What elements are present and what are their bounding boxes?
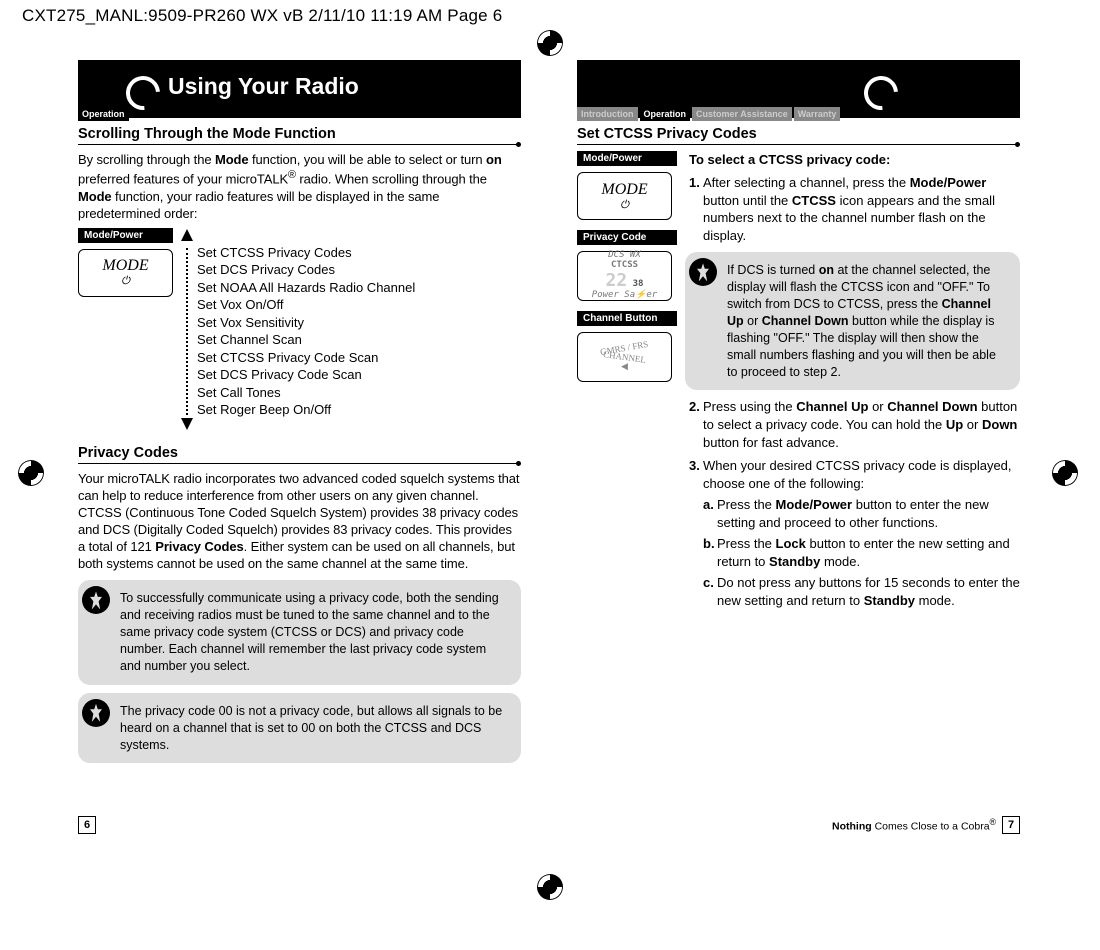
illo-label-modepower: Mode/Power <box>78 228 173 243</box>
left-header: Using Your Radio Operation <box>78 60 521 120</box>
mode-intro-paragraph: By scrolling through the Mode function, … <box>78 151 521 222</box>
footer-tagline: Nothing Comes Close to a Cobra® <box>832 817 996 833</box>
privacy-paragraph: Your microTALK radio incorporates two ad… <box>78 470 521 573</box>
step-1: 1. After selecting a channel, press the … <box>689 174 1020 244</box>
tab-operation: Operation <box>78 107 129 121</box>
note-box-1: To successfully communicate using a priv… <box>78 580 521 684</box>
tab-operation: Operation <box>640 107 691 121</box>
section-heading-privacy: Privacy Codes <box>78 445 521 464</box>
tab-introduction: Introduction <box>577 107 638 121</box>
note-box-2: The privacy code 00 is not a privacy cod… <box>78 693 521 764</box>
arrow-up-icon <box>181 229 193 241</box>
illo-mode-button: MODE ⏻ <box>78 249 173 297</box>
illo-label-modepower: Mode/Power <box>577 151 677 166</box>
illo-label-channel-button: Channel Button <box>577 311 677 326</box>
registration-mark-right <box>1052 460 1082 490</box>
note-icon <box>689 258 717 286</box>
registration-mark-left <box>18 460 48 490</box>
step-2: 2. Press using the Channel Up or Channel… <box>689 398 1020 451</box>
registration-mark-bottom <box>535 872 565 902</box>
logo-swirl-icon <box>116 66 162 112</box>
logo-swirl-icon <box>854 66 900 112</box>
step-3c: c.Do not press any buttons for 15 second… <box>703 574 1020 609</box>
mode-illustration-row: Mode/Power MODE ⏻ Set CTCSS Privacy Code… <box>78 228 521 435</box>
note-box-dcs: If DCS is turned on at the channel selec… <box>685 252 1020 390</box>
proof-slug: CXT275_MANL:9509-PR260 WX vB 2/11/10 11:… <box>22 6 502 26</box>
page-number-left: 6 <box>78 816 96 834</box>
arrow-down-icon <box>181 418 193 430</box>
note-icon <box>82 699 110 727</box>
section-heading-mode: Scrolling Through the Mode Function <box>78 126 521 145</box>
illo-privacy-display: DCS WXCTCSS22 38Power Sa⚡er <box>577 251 672 301</box>
tab-customer-assistance: Customer Assistance <box>692 107 792 121</box>
right-footer: Nothing Comes Close to a Cobra® 7 <box>832 816 1020 834</box>
step-3: 3. When your desired CTCSS privacy code … <box>689 457 1020 609</box>
page-left: Using Your Radio Operation Scrolling Thr… <box>54 60 549 870</box>
page-number-right: 7 <box>1002 816 1020 834</box>
tab-warranty: Warranty <box>794 107 841 121</box>
ctcss-lead: To select a CTCSS privacy code: <box>689 151 1020 168</box>
illo-label-privacy-code: Privacy Code <box>577 230 677 245</box>
registration-mark-top <box>535 28 565 58</box>
section-heading-ctcss: Set CTCSS Privacy Codes <box>577 126 1020 145</box>
mode-order-list: Set CTCSS Privacy Codes Set DCS Privacy … <box>183 228 415 435</box>
step-3a: a.Press the Mode/Power button to enter t… <box>703 496 1020 531</box>
ctcss-content: Mode/Power MODE ⏻ Privacy Code DCS WXCTC… <box>577 151 1020 615</box>
step-3b: b.Press the Lock button to enter the new… <box>703 535 1020 570</box>
chapter-title: Using Your Radio <box>168 73 359 100</box>
left-footer: 6 <box>78 816 96 834</box>
illo-channel-button: GMRS / FRSCHANNEL◀ <box>577 332 672 382</box>
page-spread: Using Your Radio Operation Scrolling Thr… <box>54 60 1044 870</box>
note-icon <box>82 586 110 614</box>
illo-mode-button: MODE ⏻ <box>577 172 672 220</box>
right-header: Introduction Operation Customer Assistan… <box>577 60 1020 120</box>
page-right: Introduction Operation Customer Assistan… <box>549 60 1044 870</box>
